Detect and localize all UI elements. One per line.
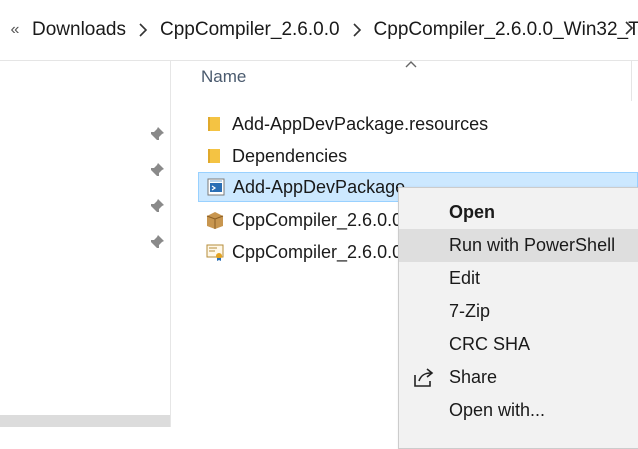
folder-icon xyxy=(204,113,226,135)
chevron-right-icon[interactable] xyxy=(624,21,638,39)
breadcrumb-item-downloads[interactable]: Downloads xyxy=(30,19,128,41)
navigation-pane xyxy=(0,61,171,427)
file-name: CppCompiler_2.6.0.0_ xyxy=(232,209,413,230)
menu-item-label: CRC SHA xyxy=(449,334,531,354)
menu-item-edit[interactable]: Edit xyxy=(399,262,638,295)
file-name: CppCompiler_2.6.0.0_ xyxy=(232,241,413,262)
menu-item-label: Open xyxy=(449,202,496,222)
file-row[interactable]: Add-AppDevPackage.resources xyxy=(198,109,638,139)
menu-item-label: Open with... xyxy=(449,400,546,420)
horizontal-scrollbar[interactable] xyxy=(0,415,170,427)
breadcrumb-overflow-button[interactable]: « xyxy=(0,21,30,39)
breadcrumb-item-win32-test[interactable]: CppCompiler_2.6.0.0_Win32_Test xyxy=(372,19,638,41)
context-menu: Open Run with PowerShell Edit 7-Zip CRC … xyxy=(398,187,638,449)
chevron-right-icon[interactable] xyxy=(128,23,158,37)
menu-item-open-with[interactable]: Open with... xyxy=(399,394,638,427)
certificate-icon xyxy=(204,241,226,263)
chevron-right-icon[interactable] xyxy=(342,23,372,37)
file-row[interactable]: Dependencies xyxy=(198,141,638,171)
menu-item-label: Edit xyxy=(449,268,481,288)
folder-icon xyxy=(204,145,226,167)
menu-item-label: Run with PowerShell xyxy=(449,235,616,255)
pin-icon[interactable] xyxy=(148,197,166,215)
menu-item-7zip[interactable]: 7-Zip xyxy=(399,295,638,328)
pin-icon[interactable] xyxy=(148,125,166,143)
menu-item-label: Share xyxy=(449,367,498,387)
breadcrumb-item-cppcompiler[interactable]: CppCompiler_2.6.0.0 xyxy=(158,19,342,41)
pin-icon[interactable] xyxy=(148,233,166,251)
menu-item-crc-sha[interactable]: CRC SHA xyxy=(399,328,638,361)
address-bar: « Downloads CppCompiler_2.6.0.0 CppCompi… xyxy=(0,0,638,61)
menu-item-label: 7-Zip xyxy=(449,301,491,321)
file-name: Add-AppDevPackage.resources xyxy=(232,113,489,134)
package-icon xyxy=(204,209,226,231)
share-icon xyxy=(412,366,436,390)
menu-item-share[interactable]: Share xyxy=(399,361,638,394)
powershell-script-icon xyxy=(205,176,227,198)
breadcrumb: « Downloads CppCompiler_2.6.0.0 CppCompi… xyxy=(0,0,638,60)
file-name: Add-AppDevPackage xyxy=(233,176,406,197)
menu-item-run-with-powershell[interactable]: Run with PowerShell xyxy=(399,229,638,262)
sort-ascending-icon xyxy=(404,56,418,68)
file-name: Dependencies xyxy=(232,145,348,166)
column-header-name[interactable]: Name xyxy=(201,67,246,87)
column-divider[interactable] xyxy=(631,61,632,101)
pin-icon[interactable] xyxy=(148,161,166,179)
menu-item-open[interactable]: Open xyxy=(399,196,638,229)
